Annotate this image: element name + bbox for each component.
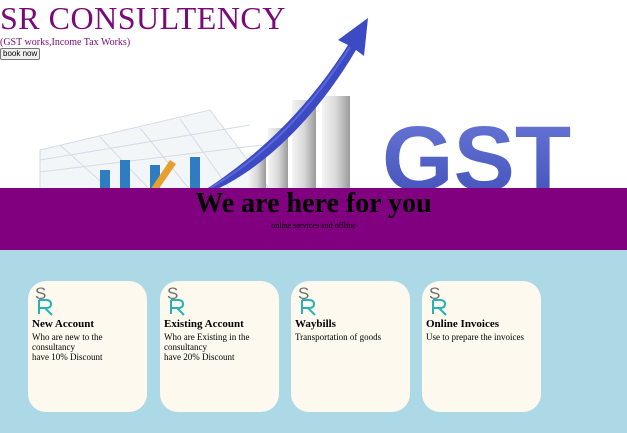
sr-logo-icon: S xyxy=(167,284,185,316)
card-description: Who are new to the consultancy have 10% … xyxy=(32,332,103,362)
card-title: New Account xyxy=(32,318,95,330)
card-description: Who are Existing in the consultancy have… xyxy=(164,332,250,362)
service-card-waybills[interactable]: S Waybills Transportation of goods xyxy=(291,281,410,412)
brand-tagline: (GST works,Income Tax Works) xyxy=(0,37,131,48)
card-description: Transportation of goods xyxy=(295,332,382,342)
sr-logo-icon: S xyxy=(35,284,53,316)
service-card-new-account[interactable]: S New Account Who are new to the consult… xyxy=(28,281,147,412)
hero-banner: GST SR CONSULTENCY (GST works,Income Tax… xyxy=(0,0,627,190)
brand-title: SR CONSULTENCY xyxy=(0,0,286,36)
book-now-button[interactable]: book now xyxy=(0,48,41,60)
service-card-existing-account[interactable]: S Existing Account Who are Existing in t… xyxy=(160,281,279,412)
sr-logo-icon: S xyxy=(429,284,447,316)
service-card-online-invoices[interactable]: S Online Invoices Use to prepare the inv… xyxy=(422,281,541,412)
band-title: We are here for you xyxy=(195,188,432,219)
gst-lettering: GST xyxy=(382,108,571,190)
services-section: S New Account Who are new to the consult… xyxy=(0,250,627,433)
card-title: Waybills xyxy=(295,318,336,330)
card-title: Existing Account xyxy=(164,318,244,330)
card-description: Use to prepare the invoices xyxy=(426,332,524,342)
hero-band: We are here for you online services and … xyxy=(0,188,627,250)
band-subtitle: online services and offline xyxy=(271,221,356,230)
card-title: Online Invoices xyxy=(426,318,500,330)
sr-logo-icon: S xyxy=(298,284,316,316)
